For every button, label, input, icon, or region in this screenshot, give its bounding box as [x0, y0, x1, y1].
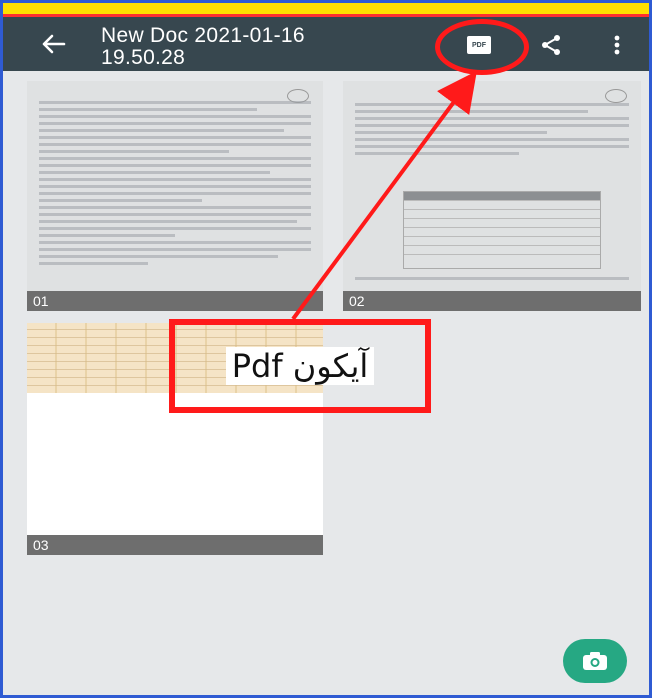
annotation-box: آیکون Pdf [169, 319, 431, 413]
annotation-text: آیکون Pdf [225, 347, 375, 385]
screenshot-frame: New Doc 2021-01-16 19.50.28 PDF 01 02 03… [0, 0, 652, 698]
